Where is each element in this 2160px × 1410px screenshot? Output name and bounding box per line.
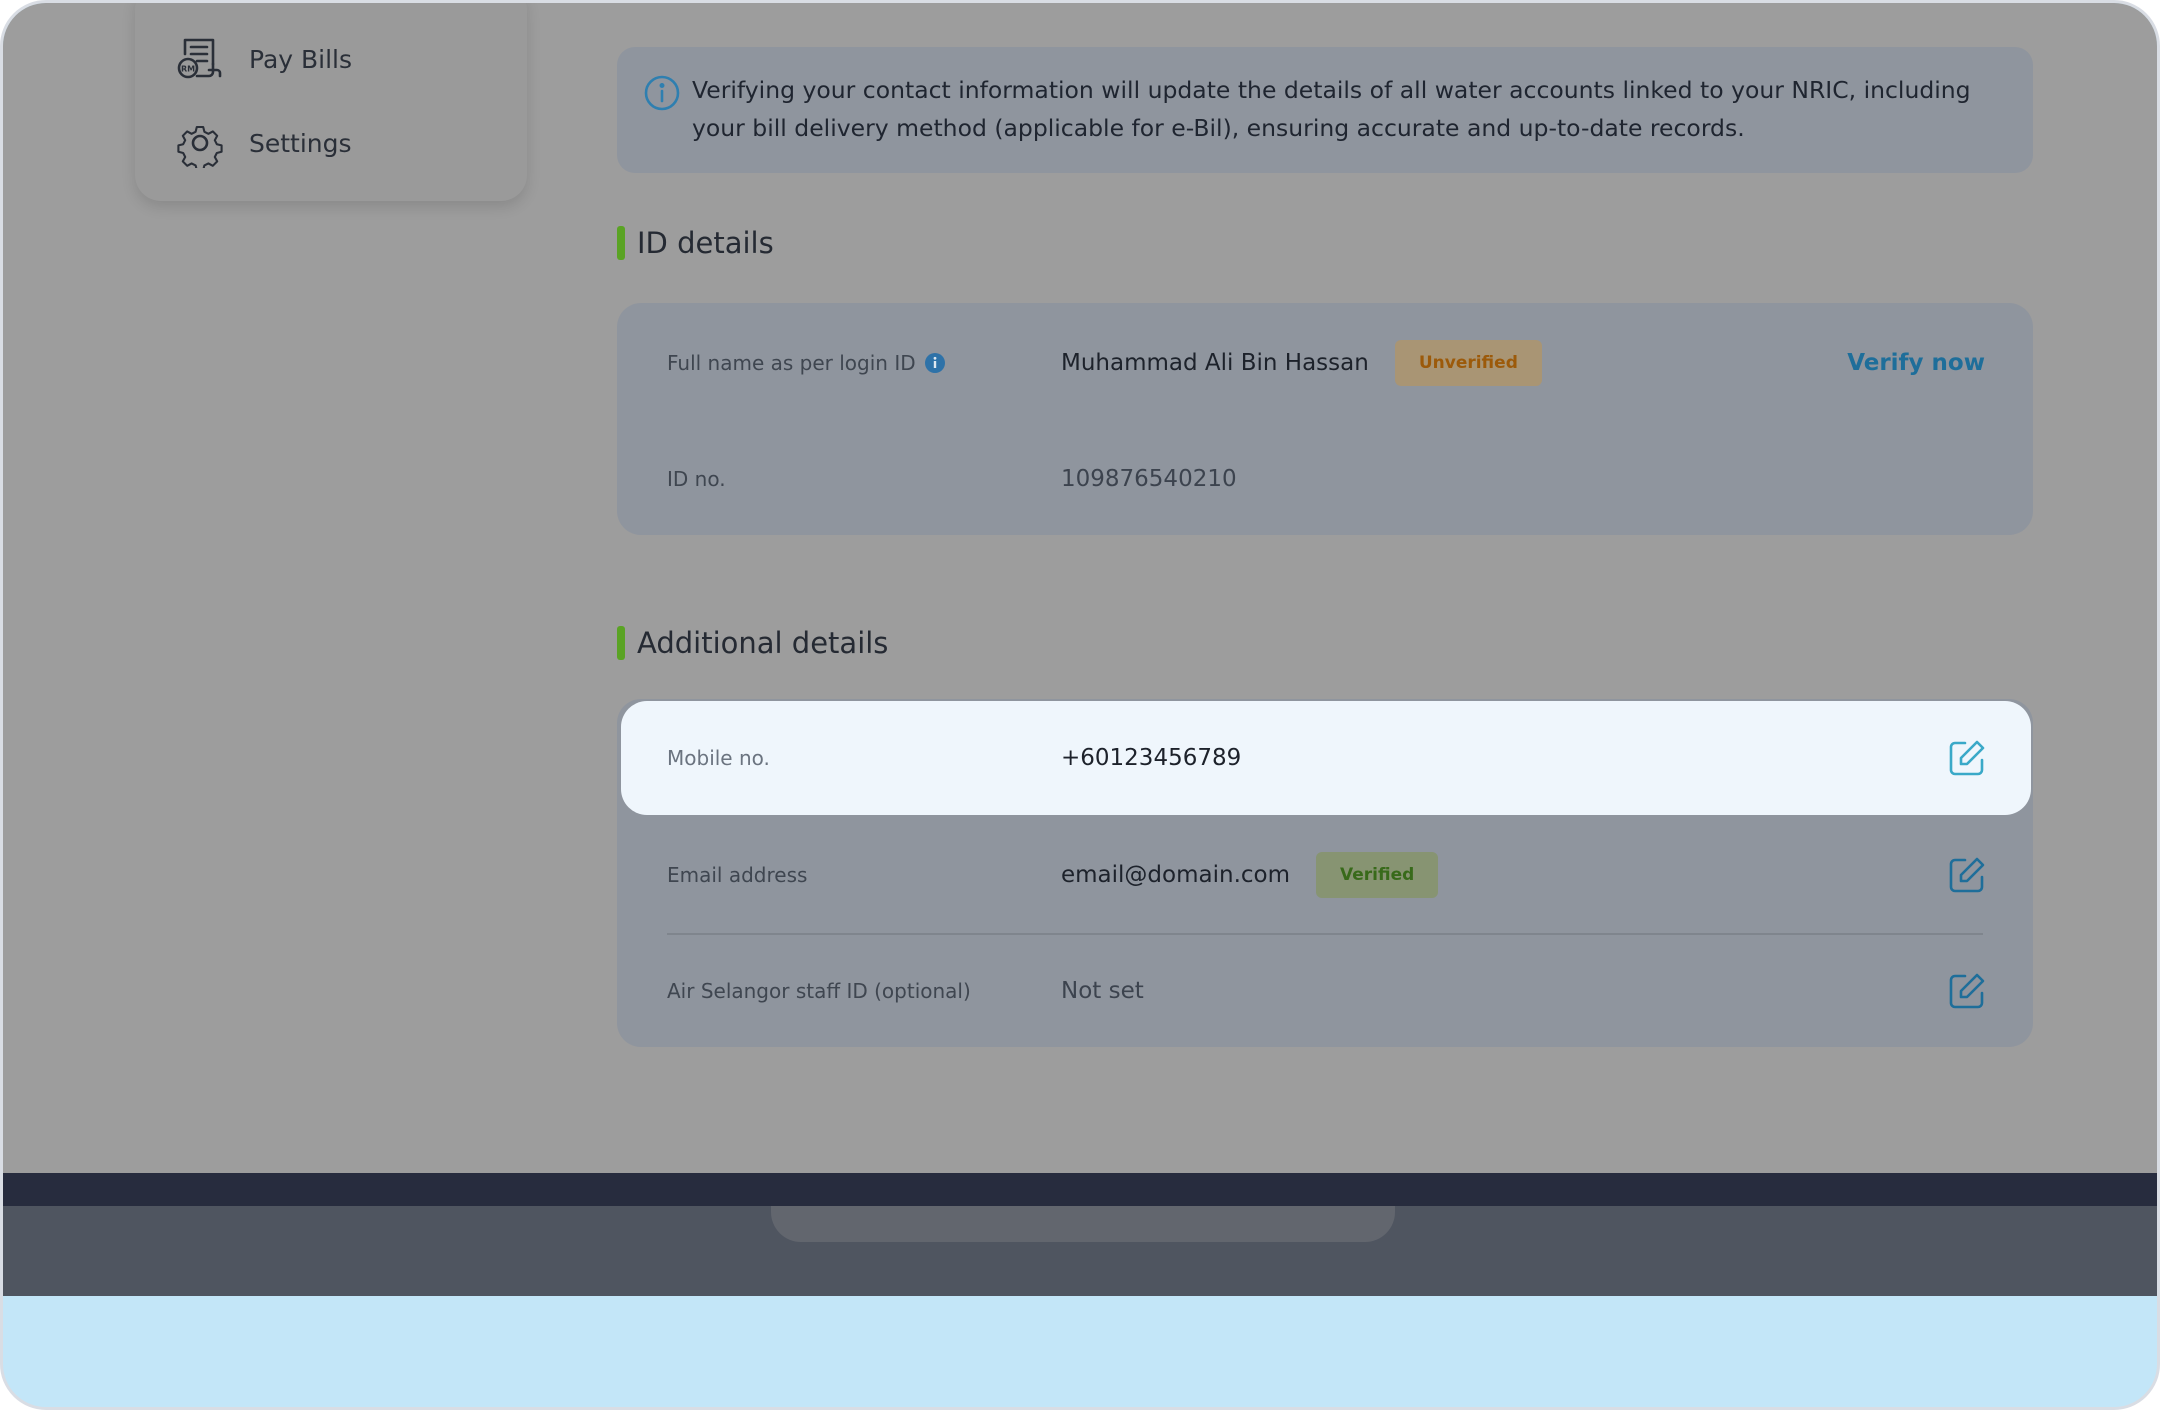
status-badge: Unverified [1394, 340, 1542, 386]
email-value: email@domain.com Verified [1061, 835, 1439, 915]
status-badge: Verified [1316, 852, 1439, 898]
staff-id-value: Not set [1061, 978, 1144, 1004]
sidebar-item-label: Pay Bills [249, 44, 353, 74]
verify-now-link[interactable]: Verify now [1847, 323, 1985, 403]
full-name-row: Full name as per login ID Muhammad Ali B… [617, 323, 2033, 403]
staff-id-label: Air Selangor staff ID (optional) [667, 979, 971, 1003]
notice-text: Verifying your contact information will … [692, 76, 1971, 142]
svg-text:RM: RM [181, 65, 195, 74]
laptop-bezel [3, 1173, 2157, 1206]
sidebar-item-settings[interactable]: Settings [175, 113, 352, 173]
section-title-text: ID details [637, 226, 774, 260]
gear-icon [175, 118, 225, 172]
edit-staff-id-button[interactable] [1947, 971, 1987, 1011]
full-name-label: Full name as per login ID [667, 323, 946, 403]
sidebar-item-pay-bills[interactable]: RM Pay Bills [175, 29, 352, 89]
mobile-label: Mobile no. [667, 746, 770, 770]
id-number-label: ID no. [667, 467, 726, 491]
id-number-row: ID no. 109876540210 [617, 439, 2033, 519]
sidebar-menu: RM Pay Bills Settings [135, 3, 527, 201]
info-icon[interactable] [924, 352, 946, 374]
section-title-text: Additional details [637, 626, 889, 660]
mobile-value: +60123456789 [1061, 745, 1242, 771]
email-row: Email address email@domain.com Verified [617, 835, 2033, 915]
email-label: Email address [667, 863, 808, 887]
staff-id-row: Air Selangor staff ID (optional) Not set [617, 951, 2033, 1031]
section-accent-bar [617, 626, 625, 660]
section-title-additional-details: Additional details [617, 625, 888, 661]
screen-overlay: RM Pay Bills Settings Verifying your con… [3, 3, 2157, 1173]
notice-banner: Verifying your contact information will … [617, 47, 2033, 173]
id-number-value: 109876540210 [1061, 466, 1237, 492]
edit-email-button[interactable] [1947, 855, 1987, 895]
laptop-notch [771, 1206, 1395, 1242]
section-title-id-details: ID details [617, 225, 774, 261]
sidebar-item-label: Settings [249, 128, 352, 158]
mobile-row-highlighted: Mobile no. +60123456789 [621, 701, 2031, 815]
edit-mobile-button[interactable] [1947, 738, 1987, 778]
id-details-card: Full name as per login ID Muhammad Ali B… [617, 303, 2033, 535]
bill-receipt-icon: RM [175, 34, 225, 84]
section-accent-bar [617, 226, 625, 260]
device-frame: RM Pay Bills Settings Verifying your con… [0, 0, 2160, 1410]
row-divider [667, 933, 1983, 935]
full-name-value: Muhammad Ali Bin Hassan Unverified [1061, 323, 1542, 403]
info-icon [642, 73, 682, 113]
